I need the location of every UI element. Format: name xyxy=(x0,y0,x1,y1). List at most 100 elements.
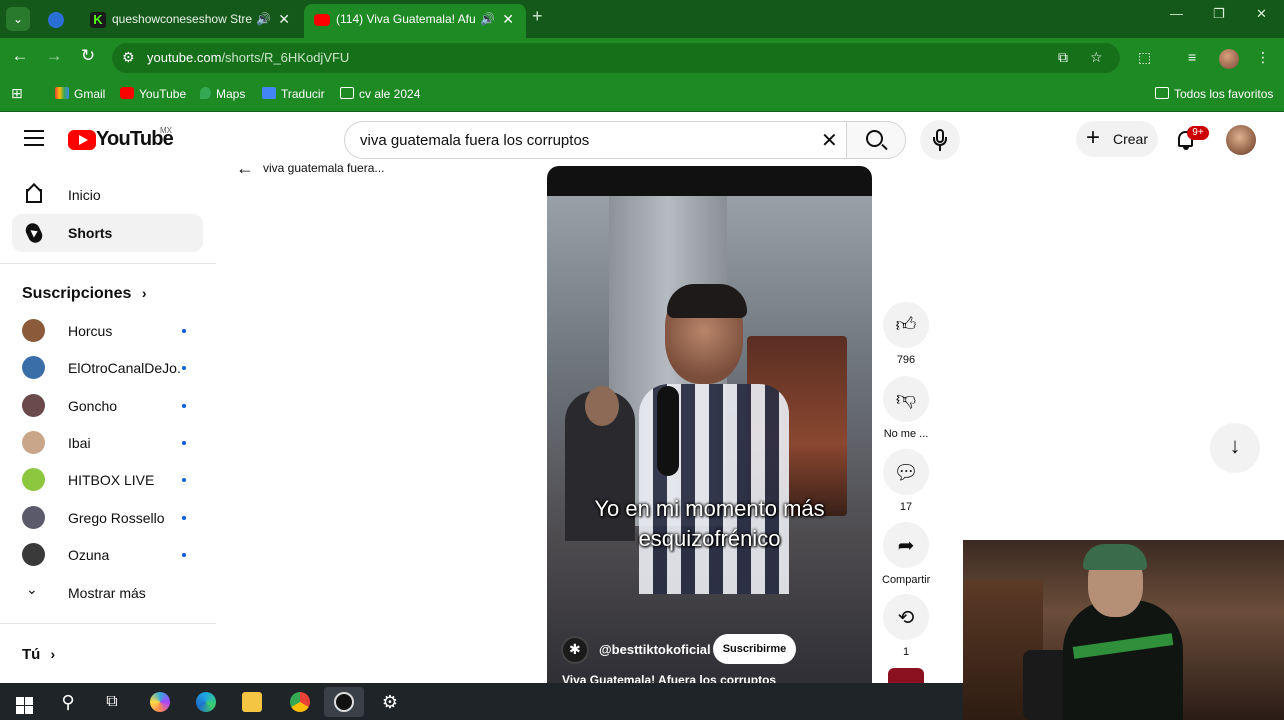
folder-icon xyxy=(340,87,354,99)
browser-tab-kick[interactable]: K queshowconeseshow Strea 🔊 ✕ xyxy=(80,4,302,38)
back-arrow-icon[interactable]: ← xyxy=(236,158,254,179)
sidebar-item-label: Inicio xyxy=(68,187,101,203)
show-more-label: Mostrar más xyxy=(68,585,146,601)
close-tab-icon[interactable]: ✕ xyxy=(502,4,514,34)
subscription-item[interactable]: HITBOX LIVE xyxy=(22,465,202,495)
subscription-item[interactable]: Goncho xyxy=(22,391,202,421)
like-count: 796 xyxy=(896,354,916,366)
speaker-icon[interactable]: 🔊 xyxy=(256,4,271,34)
caption-line: Yo en mi momento más xyxy=(594,496,825,521)
search-input[interactable]: viva guatemala fuera los corruptos xyxy=(360,132,589,149)
bookmark-folder-cv[interactable]: cv ale 2024 xyxy=(340,87,420,101)
hamburger-menu-icon[interactable] xyxy=(24,130,44,151)
site-info-icon[interactable]: ⚙ xyxy=(122,49,135,66)
install-app-icon[interactable]: ⧉ xyxy=(1058,49,1068,66)
clear-search-icon[interactable]: ✕ xyxy=(821,128,838,153)
search-box[interactable]: viva guatemala fuera los corruptos ✕ xyxy=(344,121,906,159)
browser-tab-youtube[interactable]: (114) Viva Guatemala! Afue 🔊 ✕ xyxy=(304,4,526,38)
bookmark-maps[interactable]: Maps xyxy=(200,87,245,101)
channel-avatar xyxy=(22,468,45,491)
windows-logo-icon xyxy=(16,697,33,714)
restore-icon[interactable]: ❐ xyxy=(1213,6,1225,22)
dislike-button[interactable]: 👎︎ No me ... xyxy=(882,376,930,440)
bookmark-label: Traducir xyxy=(281,87,325,101)
youtube-masthead: YouTube MX viva guatemala fuera los corr… xyxy=(0,113,1284,165)
comments-button[interactable]: 💬︎ 17 xyxy=(882,449,930,513)
reload-icon[interactable]: ↻ xyxy=(76,46,100,66)
chevron-right-icon: › xyxy=(141,285,147,301)
subscriptions-heading[interactable]: Suscripciones › xyxy=(22,285,147,303)
share-button[interactable]: ➦ Compartir xyxy=(882,522,930,586)
plus-icon: + xyxy=(1086,124,1101,151)
kick-favicon-icon: K xyxy=(90,12,106,28)
thumbs-down-icon: 👎︎ xyxy=(895,388,917,410)
bookmark-translate[interactable]: Traducir xyxy=(262,87,325,101)
bookmark-youtube[interactable]: YouTube xyxy=(120,87,186,101)
show-more-button[interactable]: ⌄ Mostrar más xyxy=(22,578,202,608)
all-bookmarks-folder[interactable]: Todos los favoritos xyxy=(1155,87,1273,101)
channel-name: Horcus xyxy=(68,323,113,339)
copilot-icon[interactable] xyxy=(140,687,180,717)
channel-avatar[interactable] xyxy=(561,636,589,664)
subscription-item[interactable]: Grego Rossello xyxy=(22,503,202,533)
minimize-icon[interactable]: — xyxy=(1170,6,1183,21)
browser-menu-icon[interactable]: ⋮ xyxy=(1256,49,1270,66)
video-frame xyxy=(547,196,872,686)
settings-gear-icon[interactable]: ⚙ xyxy=(370,687,410,717)
obs-icon[interactable] xyxy=(324,687,364,717)
forward-icon[interactable]: → xyxy=(42,46,66,66)
search-button[interactable] xyxy=(846,122,905,158)
file-explorer-icon[interactable] xyxy=(232,687,272,717)
search-taskbar-icon[interactable]: ⚲ xyxy=(48,687,88,717)
tab-search-button[interactable]: ⌄ xyxy=(6,7,30,31)
create-label: Crear xyxy=(1113,131,1149,147)
comment-icon: 💬︎ xyxy=(893,462,919,484)
subscribe-button[interactable]: Suscribirme xyxy=(713,634,796,664)
extensions-icon[interactable]: ⬚ xyxy=(1138,49,1151,66)
speaker-icon[interactable]: 🔊 xyxy=(480,4,495,34)
start-button[interactable] xyxy=(2,687,42,717)
account-avatar[interactable] xyxy=(1226,125,1256,155)
next-short-button[interactable]: ↓ xyxy=(1210,423,1260,473)
channel-handle[interactable]: @besttiktokoficial xyxy=(599,642,711,657)
subscription-item[interactable]: ElOtroCanalDeJo... xyxy=(22,353,202,383)
close-tab-icon[interactable]: ✕ xyxy=(278,4,290,34)
back-icon[interactable]: ← xyxy=(8,46,32,66)
sidebar-item-inicio[interactable]: Inicio xyxy=(12,176,203,214)
bookmark-star-icon[interactable]: ☆ xyxy=(1090,49,1103,66)
divider xyxy=(0,263,216,264)
divider xyxy=(0,623,216,624)
url-path: /shorts/R_6HKodjVFU xyxy=(221,50,350,65)
share-icon: ➦ xyxy=(897,535,915,557)
chrome-icon[interactable] xyxy=(280,687,320,717)
create-button[interactable]: + Crear xyxy=(1076,121,1158,157)
dislike-label: No me ... xyxy=(883,428,929,440)
bookmark-gmail[interactable]: Gmail xyxy=(55,87,105,101)
channel-name: Ibai xyxy=(68,435,91,451)
subscription-item[interactable]: Ibai xyxy=(22,428,202,458)
subscription-item[interactable]: Ozuna xyxy=(22,540,202,570)
remix-button[interactable]: ⟲ 1 xyxy=(882,594,930,658)
translate-icon xyxy=(262,87,276,99)
apps-grid-icon[interactable]: ⊞ xyxy=(11,85,23,102)
like-button[interactable]: 👍︎ 796 xyxy=(882,302,930,366)
gmail-icon xyxy=(55,87,69,99)
browser-tab-pinned[interactable] xyxy=(38,4,80,38)
sidebar-item-shorts[interactable]: Shorts xyxy=(12,214,203,252)
bookmark-label: YouTube xyxy=(139,87,187,101)
media-control-icon[interactable]: ≡ xyxy=(1188,49,1196,65)
subscription-item[interactable]: Horcus xyxy=(22,316,202,346)
address-bar[interactable]: ⚙ youtube.com/shorts/R_6HKodjVFU ⧉ ☆ xyxy=(112,43,1120,73)
new-content-dot xyxy=(182,366,186,370)
shorts-player[interactable]: Yo en mi momento más esquizofrénico @bes… xyxy=(547,166,872,686)
you-section-heading[interactable]: Tú › xyxy=(22,646,55,663)
youtube-play-icon xyxy=(68,130,96,150)
voice-search-button[interactable] xyxy=(920,120,960,160)
browser-profile-avatar[interactable] xyxy=(1219,49,1239,69)
task-view-icon[interactable]: ⧉ xyxy=(92,687,132,717)
edge-icon[interactable] xyxy=(186,687,226,717)
close-window-icon[interactable]: ✕ xyxy=(1256,6,1267,22)
new-tab-button[interactable]: + xyxy=(532,6,543,27)
bookmark-label: Maps xyxy=(216,87,246,101)
sound-thumbnail[interactable] xyxy=(888,668,924,684)
